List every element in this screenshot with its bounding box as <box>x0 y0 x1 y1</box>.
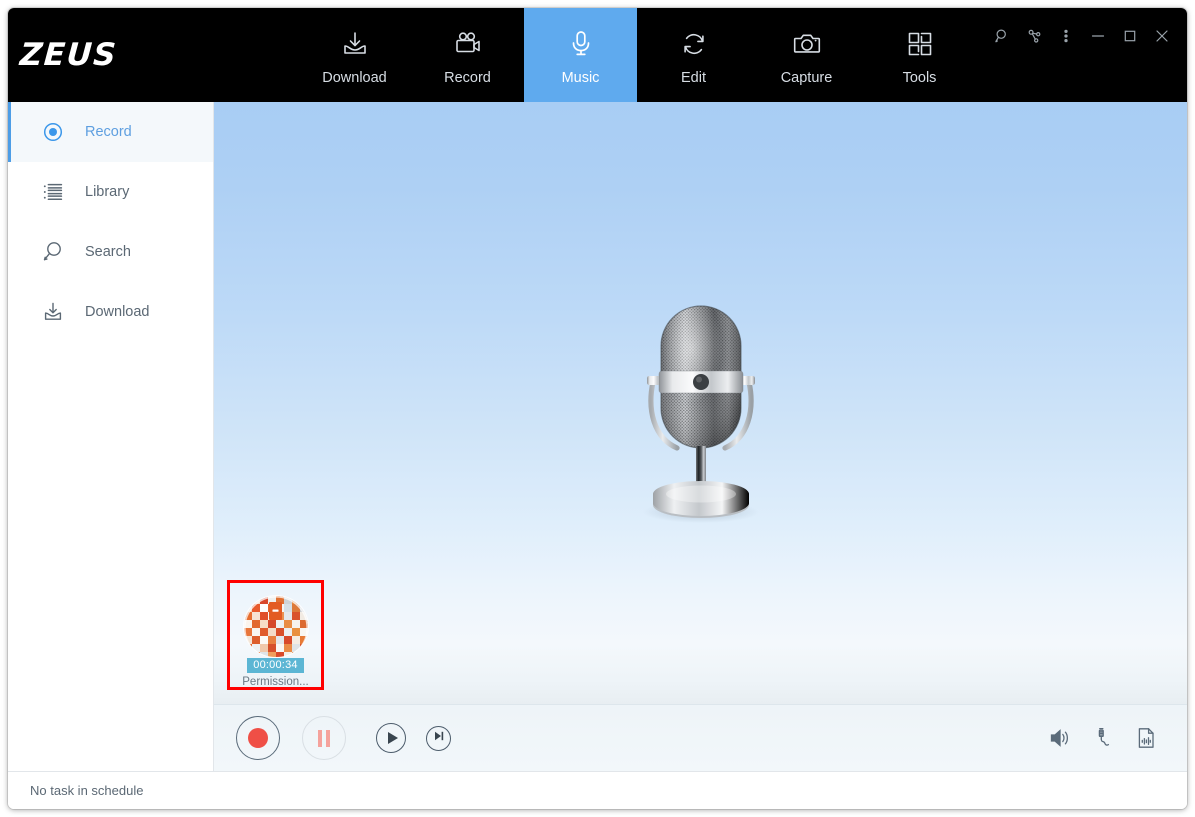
title-bar: ZEUS Download Record Music Edit Capture … <box>8 8 1187 102</box>
microphone-icon <box>562 25 600 63</box>
tab-edit-label: Edit <box>681 69 706 86</box>
grid-icon <box>901 25 939 63</box>
sidebar-item-record[interactable]: Record <box>8 102 213 162</box>
audio-options <box>1047 725 1159 751</box>
sidebar-item-download-label: Download <box>85 304 150 320</box>
more-vertical-icon[interactable] <box>1051 22 1081 50</box>
sidebar-item-library-label: Library <box>85 184 130 200</box>
tab-tools-label: Tools <box>902 69 937 86</box>
main-body: Record Library Search Download 00:00:34 … <box>8 102 1187 771</box>
close-icon[interactable] <box>1147 22 1177 50</box>
tab-download[interactable]: Download <box>298 8 411 102</box>
sidebar-item-library[interactable]: Library <box>8 162 213 222</box>
tab-music[interactable]: Music <box>524 8 637 102</box>
tab-tools[interactable]: Tools <box>863 8 976 102</box>
audio-jack-icon[interactable] <box>1090 725 1116 751</box>
tab-capture-label: Capture <box>780 69 833 86</box>
microphone-illustration <box>621 298 781 528</box>
transport-controls <box>236 716 451 760</box>
tab-record-label: Record <box>444 69 491 86</box>
volume-icon[interactable] <box>1047 725 1073 751</box>
application-window: ZEUS Download Record Music Edit Capture … <box>8 8 1187 809</box>
app-logo-text: ZEUS <box>18 37 119 73</box>
status-bar: No task in schedule <box>8 771 1187 809</box>
pause-button[interactable] <box>302 716 346 760</box>
sidebar-item-search[interactable]: Search <box>8 222 213 282</box>
tab-capture[interactable]: Capture <box>750 8 863 102</box>
record-dot-icon <box>248 728 268 748</box>
download-icon <box>40 299 66 325</box>
play-button[interactable] <box>376 723 406 753</box>
app-logo: ZEUS <box>8 8 298 102</box>
video-camera-icon <box>449 25 487 63</box>
share-icon[interactable] <box>1019 22 1049 50</box>
sidebar-item-search-label: Search <box>85 244 131 260</box>
camera-icon <box>788 25 826 63</box>
main-navigation: Download Record Music Edit Capture Tools <box>298 8 976 102</box>
sidebar-item-download[interactable]: Download <box>8 282 213 342</box>
tab-music-label: Music <box>561 69 600 86</box>
maximize-icon[interactable] <box>1115 22 1145 50</box>
audio-file-icon[interactable] <box>1133 725 1159 751</box>
list-icon <box>40 179 66 205</box>
tab-record[interactable]: Record <box>411 8 524 102</box>
pause-icon <box>318 729 330 747</box>
album-collage-circle <box>243 596 308 657</box>
tab-download-label: Download <box>322 69 387 86</box>
sidebar-item-record-label: Record <box>85 124 132 140</box>
tab-edit[interactable]: Edit <box>637 8 750 102</box>
next-button[interactable] <box>426 725 451 751</box>
recording-tile[interactable]: 00:00:34 Permission... <box>227 580 324 690</box>
sidebar: Record Library Search Download <box>8 102 214 771</box>
record-button[interactable] <box>236 716 280 760</box>
next-track-icon <box>432 729 446 748</box>
window-controls <box>987 22 1177 50</box>
refresh-icon <box>675 25 713 63</box>
search-icon[interactable] <box>987 22 1017 50</box>
magnifier-icon <box>40 239 66 265</box>
record-circle-icon <box>40 119 66 145</box>
status-text: No task in schedule <box>30 783 144 798</box>
recording-duration-badge: 00:00:34 <box>247 657 304 673</box>
minimize-icon[interactable] <box>1083 22 1113 50</box>
download-icon <box>336 25 374 63</box>
content-area: 00:00:34 Permission... <box>214 102 1187 771</box>
playback-toolbar <box>214 704 1187 771</box>
recording-stage: 00:00:34 Permission... <box>214 102 1187 704</box>
play-icon <box>387 732 398 744</box>
recording-title: Permission... <box>242 675 309 687</box>
